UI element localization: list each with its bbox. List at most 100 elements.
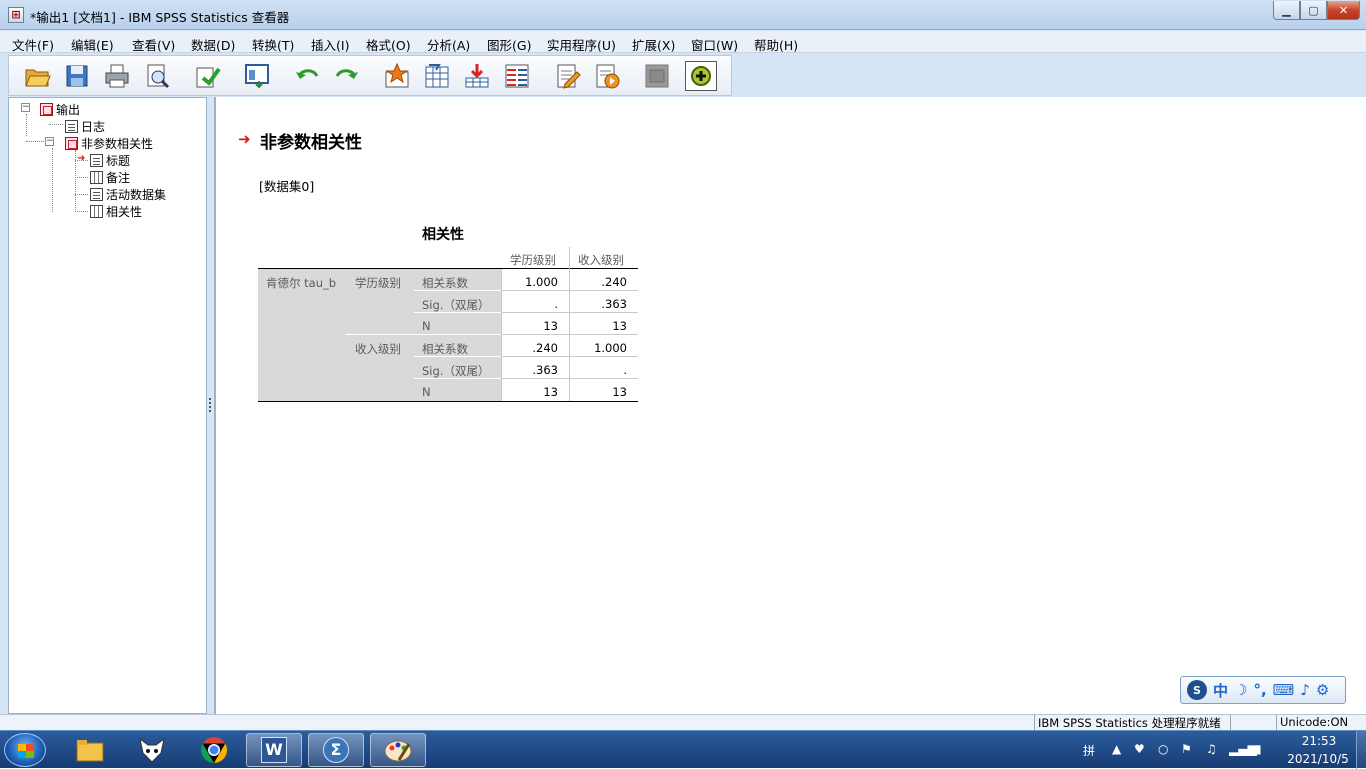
menu-utilities[interactable]: 实用程序(U) — [547, 35, 616, 54]
processor-status: IBM SPSS Statistics 处理程序就绪 — [1034, 715, 1230, 731]
stat-label: N — [422, 319, 431, 333]
show-desktop-button[interactable] — [1356, 731, 1366, 769]
collapse-toggle[interactable]: − — [21, 103, 30, 112]
table-title: 相关性 — [422, 227, 464, 243]
security-shield-icon[interactable]: ♥ — [1134, 742, 1145, 756]
correlations-table[interactable]: 学历级别 收入级别 肯德尔 tau_b 学历级别 收入级别 相关系数 Sig.（… — [258, 247, 638, 403]
spss-icon[interactable]: Σ — [308, 733, 364, 767]
close-button[interactable]: ✕ — [1327, 1, 1360, 20]
tree-line — [75, 177, 88, 178]
ime-mode-toggle[interactable]: 中 — [1213, 680, 1228, 701]
outline-node-notes[interactable]: 备注 — [90, 169, 130, 186]
outline-node-title[interactable]: 标题 — [90, 152, 130, 169]
minimize-button[interactable]: ▁ — [1273, 1, 1300, 20]
title-bar: ⊞ *输出1 [文档1] - IBM SPSS Statistics 查看器 ▁… — [0, 0, 1366, 30]
spss-glyph: Σ — [323, 737, 349, 763]
stat-label: 相关系数 — [422, 276, 468, 290]
print-icon[interactable] — [101, 61, 133, 91]
windows-logo-icon — [18, 744, 34, 758]
undo-icon[interactable] — [291, 61, 323, 91]
start-button[interactable] — [4, 733, 46, 767]
variables-icon[interactable] — [501, 61, 533, 91]
microphone-icon[interactable]: ♪ — [1300, 681, 1310, 699]
status-pane — [1230, 715, 1276, 731]
menu-graphs[interactable]: 图形(G) — [487, 35, 531, 54]
insert-output-icon[interactable] — [461, 61, 493, 91]
ime-toolbar[interactable]: S 中 ☽ °, ⌨ ♪ ⚙ — [1180, 676, 1346, 704]
chrome-icon[interactable] — [186, 733, 242, 767]
tree-line — [75, 194, 88, 195]
file-explorer-icon[interactable] — [62, 733, 118, 767]
notes-icon — [90, 171, 103, 184]
tree-line — [26, 114, 27, 136]
open-folder-icon[interactable] — [21, 61, 53, 91]
save-icon[interactable] — [61, 61, 93, 91]
menu-help[interactable]: 帮助(H) — [754, 35, 798, 54]
toolbar — [8, 55, 732, 96]
insert-text-icon[interactable] — [591, 61, 623, 91]
designate-window-icon[interactable] — [685, 61, 717, 91]
clock-date[interactable]: 2021/10/5 — [1280, 752, 1356, 766]
outline-label: 相关性 — [106, 205, 143, 219]
outline-node-log[interactable]: 日志 — [65, 118, 105, 135]
volume-icon[interactable]: ♫ — [1206, 742, 1217, 756]
stat-label: 相关系数 — [422, 342, 468, 356]
settings-gear-icon[interactable]: ⚙ — [1316, 681, 1329, 699]
punctuation-icon[interactable]: °, — [1253, 681, 1266, 699]
export-icon[interactable] — [191, 61, 223, 91]
table-cell: .240 — [532, 341, 558, 355]
menu-extensions[interactable]: 扩展(X) — [632, 35, 675, 54]
collapse-toggle[interactable]: − — [45, 137, 54, 146]
action-center-flag-icon[interactable]: ⚑ — [1181, 742, 1192, 756]
output-content-pane: ➜ 非参数相关性 [数据集0] 相关性 学历级别 收入级别 肯德尔 tau_b … — [214, 97, 1366, 714]
method-label: 肯德尔 tau_b — [266, 276, 337, 290]
menu-format[interactable]: 格式(O) — [366, 35, 411, 54]
show-hidden-icons-icon[interactable]: ▲ — [1112, 742, 1121, 756]
active-dataset-label[interactable]: [数据集0] — [259, 176, 314, 195]
paint-icon[interactable] — [370, 733, 426, 767]
sync-icon[interactable]: ○ — [1158, 742, 1168, 756]
recall-dialog-icon[interactable] — [241, 61, 273, 91]
menu-window[interactable]: 窗口(W) — [691, 35, 738, 54]
foxmail-icon[interactable] — [124, 733, 180, 767]
table-rule — [501, 290, 638, 291]
outline-node-procedure[interactable]: 非参数相关性 — [65, 135, 153, 152]
menu-data[interactable]: 数据(D) — [191, 35, 235, 54]
table-cell: 13 — [543, 385, 558, 399]
hide-output-icon[interactable] — [641, 61, 673, 91]
table-icon — [90, 205, 103, 218]
ime-tray-icon[interactable]: 拼 — [1083, 742, 1095, 759]
network-icon[interactable]: ▂▄▆ — [1229, 742, 1257, 756]
menu-view[interactable]: 查看(V) — [132, 35, 175, 54]
half-width-moon-icon[interactable]: ☽ — [1234, 681, 1247, 699]
table-cell: .363 — [532, 363, 558, 377]
battery-icon[interactable]: ▮ — [1255, 742, 1262, 756]
menu-edit[interactable]: 编辑(E) — [71, 35, 114, 54]
outline-node-active-dataset[interactable]: 活动数据集 — [90, 186, 166, 203]
menu-analyze[interactable]: 分析(A) — [427, 35, 470, 54]
menu-file[interactable]: 文件(F) — [12, 35, 54, 54]
table-cell: 1.000 — [525, 275, 558, 289]
maximize-button[interactable]: ▢ — [1300, 1, 1327, 20]
outline-node-output[interactable]: 输出 — [40, 101, 80, 118]
table-cell: . — [554, 297, 558, 311]
menu-insert[interactable]: 插入(I) — [311, 35, 349, 54]
print-preview-icon[interactable] — [141, 61, 173, 91]
keyboard-icon[interactable]: ⌨ — [1273, 681, 1295, 699]
clock-time[interactable]: 21:53 — [1294, 734, 1344, 748]
goto-case-icon[interactable] — [421, 61, 453, 91]
word-icon[interactable]: W — [246, 733, 302, 767]
insert-title-icon[interactable] — [551, 61, 583, 91]
splitter-grip-icon[interactable] — [209, 398, 212, 412]
spss-viewer-icon[interactable]: ⊞ — [8, 7, 24, 23]
column-header: 收入级别 — [578, 253, 624, 267]
row-variable-label: 学历级别 — [355, 276, 401, 290]
procedure-heading[interactable]: 非参数相关性 — [260, 128, 362, 153]
word-glyph: W — [261, 737, 287, 763]
spss-viewer-window: ⊞ *输出1 [文档1] - IBM SPSS Statistics 查看器 ▁… — [0, 0, 1366, 731]
outline-node-correlations[interactable]: 相关性 — [90, 203, 142, 220]
redo-icon[interactable] — [331, 61, 363, 91]
goto-data-icon[interactable] — [381, 61, 413, 91]
stat-label: Sig.（双尾） — [422, 364, 490, 378]
menu-transform[interactable]: 转换(T) — [252, 35, 294, 54]
